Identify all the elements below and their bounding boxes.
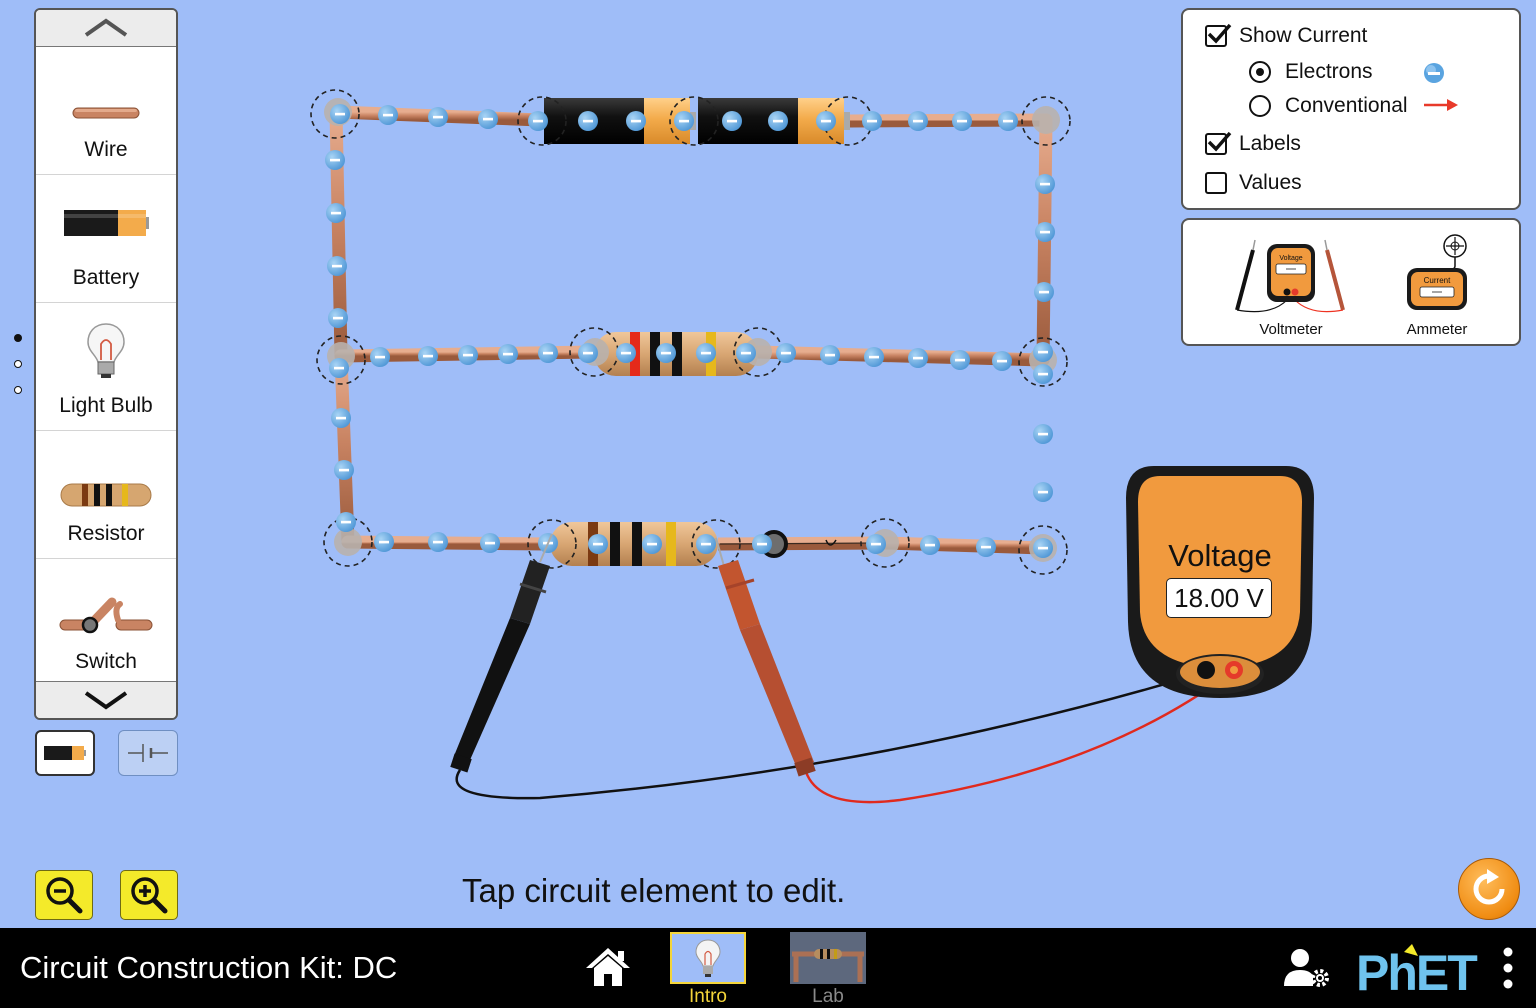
electron xyxy=(952,111,972,131)
electron xyxy=(820,345,840,365)
lab-thumbnail xyxy=(790,932,866,984)
screen-tab-intro[interactable]: Intro xyxy=(670,930,746,1008)
electron xyxy=(1033,364,1053,384)
electron xyxy=(864,347,884,367)
vertex-nodes xyxy=(324,98,1060,562)
electron xyxy=(908,111,928,131)
electron xyxy=(616,343,636,363)
electron xyxy=(642,534,662,554)
electron xyxy=(528,111,548,131)
electron xyxy=(326,203,346,223)
electron xyxy=(458,345,478,365)
electron xyxy=(992,351,1012,371)
electron xyxy=(1035,174,1055,194)
navigation-bar: Circuit Construction Kit: DC Intro Lab P… xyxy=(0,928,1536,1008)
electron xyxy=(696,534,716,554)
electron xyxy=(1033,342,1053,362)
electron xyxy=(1033,482,1053,502)
electron xyxy=(428,532,448,552)
reset-icon xyxy=(1473,869,1505,905)
electron xyxy=(331,408,351,428)
electron xyxy=(866,534,886,554)
electron xyxy=(768,111,788,131)
electron xyxy=(330,104,350,124)
electron xyxy=(578,343,598,363)
electron xyxy=(674,111,694,131)
screen-label-lab: Lab xyxy=(812,986,844,1007)
phet-logo-text: PhET xyxy=(1356,945,1477,998)
black-probe-wire xyxy=(455,670,1207,800)
electron xyxy=(578,111,598,131)
electron xyxy=(418,346,438,366)
black-jack xyxy=(1197,661,1215,679)
voltmeter[interactable]: Voltage 18.00 V xyxy=(1124,462,1316,700)
electron xyxy=(327,256,347,276)
electron xyxy=(656,343,676,363)
electron xyxy=(480,533,500,553)
switch-closed[interactable] xyxy=(717,530,886,558)
electron xyxy=(478,109,498,129)
electron xyxy=(722,111,742,131)
kebab-menu-icon xyxy=(1503,947,1513,989)
electron xyxy=(588,534,608,554)
electron xyxy=(336,512,356,532)
zoom-out-button[interactable] xyxy=(35,870,93,920)
electron xyxy=(1035,222,1055,242)
intro-thumbnail xyxy=(670,932,746,984)
resistor-icon xyxy=(792,949,864,982)
home-icon xyxy=(586,948,630,986)
black-probe[interactable] xyxy=(450,533,553,773)
electron xyxy=(1034,282,1054,302)
electron xyxy=(328,308,348,328)
electron xyxy=(538,343,558,363)
light-bulb-icon xyxy=(695,939,721,977)
sim-title: Circuit Construction Kit: DC xyxy=(20,950,398,985)
reset-all-button[interactable] xyxy=(1458,858,1520,920)
electron xyxy=(920,535,940,555)
electron xyxy=(626,111,646,131)
electron xyxy=(428,107,448,127)
electron xyxy=(370,347,390,367)
home-button[interactable] xyxy=(584,946,632,990)
electron xyxy=(776,343,796,363)
screen-tab-lab[interactable]: Lab xyxy=(790,930,866,1008)
voltmeter-readout: 18.00 V xyxy=(1166,578,1272,618)
red-probe[interactable] xyxy=(715,537,816,777)
electron xyxy=(378,105,398,125)
electron xyxy=(736,343,756,363)
phet-menu-button[interactable] xyxy=(1500,946,1516,992)
electron xyxy=(752,534,772,554)
electron xyxy=(816,111,836,131)
electron xyxy=(696,343,716,363)
zoom-in-icon xyxy=(131,877,168,914)
electron xyxy=(325,150,345,170)
phet-logo: PhET xyxy=(1356,942,1490,1001)
voltmeter-title: Voltage xyxy=(1168,538,1272,573)
electron xyxy=(1033,538,1053,558)
hint-text: Tap circuit element to edit. xyxy=(462,872,846,909)
electron xyxy=(862,111,882,131)
preferences-button[interactable] xyxy=(1282,948,1330,988)
wires xyxy=(329,105,1053,555)
electron xyxy=(998,111,1018,131)
zoom-out-icon xyxy=(46,877,83,914)
electron xyxy=(908,348,928,368)
electrons xyxy=(325,104,1055,558)
electron xyxy=(950,350,970,370)
electron xyxy=(976,537,996,557)
electron xyxy=(498,344,518,364)
screen-label-intro: Intro xyxy=(688,986,728,1007)
zoom-in-button[interactable] xyxy=(120,870,178,920)
user-gear-icon xyxy=(1284,949,1329,987)
electron xyxy=(334,460,354,480)
phet-logo-icon: PhET xyxy=(1356,944,1479,1001)
electron xyxy=(374,532,394,552)
electron xyxy=(329,358,349,378)
electron xyxy=(1033,424,1053,444)
